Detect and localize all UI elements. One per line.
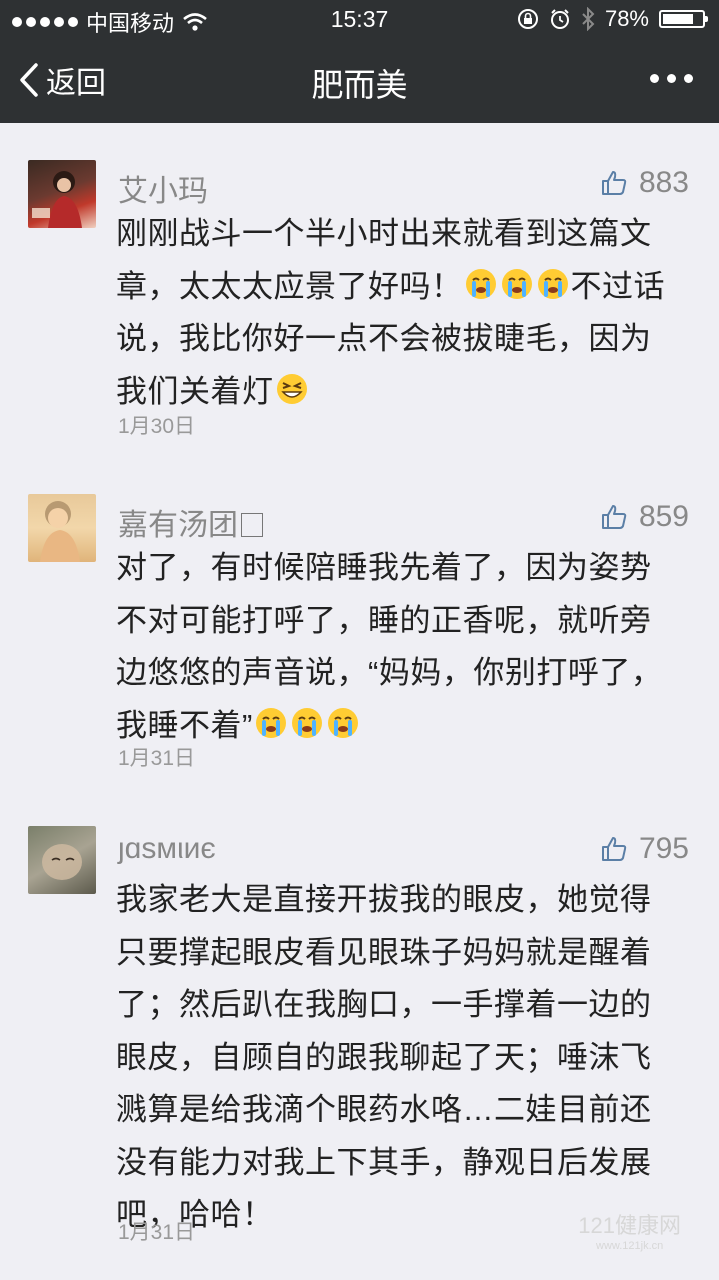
comment-text: 刚刚战斗一个半小时出来就看到这篇文章，太太太应景了好吗！ 不过话说，我比你好一点不… — [116, 216, 665, 409]
top-bar: 中国移动 15:37 78% 返回 肥而美 — [0, 0, 719, 123]
more-options-button[interactable] — [650, 74, 693, 83]
crying-emoji — [537, 268, 568, 299]
watermark: 121健康网 www.121jk.cn — [578, 1213, 681, 1252]
like-button[interactable]: 883 — [601, 166, 689, 200]
comment-text: 对了，有时候陪睡我先着了，因为姿势不对可能打呼了，睡的正香呢，就听旁边悠悠的声音… — [116, 550, 663, 743]
crying-emoji — [291, 707, 322, 738]
status-bar: 中国移动 15:37 78% — [0, 0, 719, 40]
thumbs-up-icon — [601, 171, 627, 195]
alarm-icon — [550, 9, 569, 29]
like-button[interactable]: 795 — [601, 832, 689, 866]
thumbs-up-icon — [601, 837, 627, 861]
avatar[interactable] — [28, 160, 96, 228]
bluetooth-icon — [582, 7, 595, 31]
grinning-emoji — [276, 373, 307, 404]
battery-percent: 78% — [604, 6, 649, 31]
comment-date: 1月31日 — [118, 1221, 196, 1244]
navigation-bar: 返回 肥而美 — [0, 50, 719, 114]
commenter-name[interactable]: 嘉有汤团 — [118, 500, 263, 544]
comment-text: 我家老大是直接开拔我的眼皮，她觉得只要撑起眼皮看见眼珠子妈妈就是醒着了；然后趴在… — [116, 882, 652, 1232]
like-count: 883 — [638, 166, 689, 199]
unrendered-glyph-box — [241, 513, 263, 537]
avatar[interactable] — [28, 826, 96, 894]
crying-emoji — [501, 268, 532, 299]
battery-icon — [659, 10, 708, 28]
commenter-name[interactable]: 艾小玛 — [118, 166, 208, 210]
crying-emoji — [255, 707, 286, 738]
avatar[interactable] — [28, 494, 96, 562]
commenter-name[interactable]: ȷɑsмιиє — [118, 832, 216, 866]
thumbs-up-icon — [601, 505, 627, 529]
like-count: 859 — [638, 500, 689, 533]
like-button[interactable]: 859 — [601, 500, 689, 534]
comment-date: 1月31日 — [118, 747, 196, 770]
crying-emoji — [465, 268, 496, 299]
crying-emoji — [327, 707, 358, 738]
page-title: 肥而美 — [311, 67, 408, 103]
comment-date: 1月30日 — [118, 415, 196, 438]
rotation-lock-icon — [517, 9, 538, 29]
like-count: 795 — [638, 832, 689, 865]
